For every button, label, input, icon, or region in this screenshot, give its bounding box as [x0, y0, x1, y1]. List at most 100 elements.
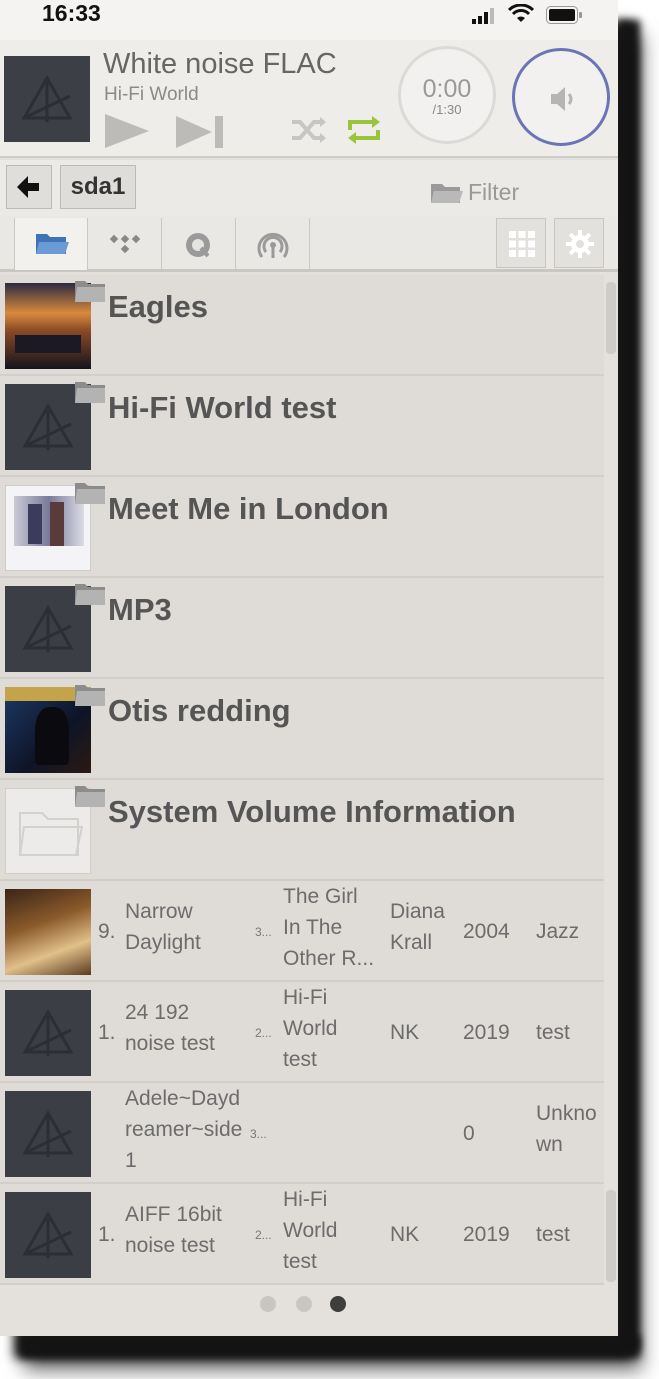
placeholder-art-icon [5, 990, 91, 1076]
track-year: 0 [463, 1118, 475, 1149]
elapsed-time: 0:00 [401, 75, 493, 104]
track-row[interactable]: Adele~Daydreamer~side1 3... 0 Unknown [0, 1083, 604, 1184]
folder-row[interactable]: MP3 [0, 578, 604, 679]
track-disc: 3... [255, 917, 272, 948]
folder-row[interactable]: System Volume Information [0, 780, 604, 881]
tab-folders[interactable] [14, 218, 88, 270]
track-genre: Unknown [536, 1098, 597, 1160]
battery-icon [546, 6, 582, 24]
app-screen: 16:33 White noise FLAC Hi-Fi World [0, 0, 618, 1336]
page-dot[interactable] [296, 1296, 312, 1312]
track-row[interactable]: 1. AIFF 16bitnoise test 2... Hi-FiWorldt… [0, 1184, 604, 1285]
track-disc: 2... [255, 1220, 272, 1251]
tidal-icon [107, 230, 143, 258]
scrollbar-thumb[interactable] [606, 1190, 616, 1282]
folder-name: System Volume Information [108, 794, 516, 830]
track-disc: 2... [255, 1018, 272, 1049]
track-album: Hi-FiWorldtest [283, 1184, 337, 1277]
folder-icon [74, 380, 106, 404]
back-button[interactable] [6, 165, 52, 209]
folder-icon [74, 683, 106, 707]
track-number: 9. [98, 916, 116, 947]
track-title: White noise FLAC [103, 48, 337, 81]
volume-button[interactable] [512, 48, 610, 146]
track-title: 24 192noise test [125, 997, 215, 1059]
wifi-icon [508, 4, 534, 24]
placeholder-art-icon [5, 1192, 91, 1278]
folder-open-icon [430, 181, 464, 205]
breadcrumb: sda1 Filter [0, 160, 618, 216]
grid-icon [508, 230, 536, 258]
folder-icon [74, 279, 106, 303]
folder-row[interactable]: Meet Me in London [0, 477, 604, 578]
track-title: NarrowDaylight [125, 896, 201, 958]
placeholder-art-icon [4, 56, 90, 142]
track-number: 1. [98, 1017, 116, 1048]
track-year: 2004 [463, 916, 510, 947]
track-title: AIFF 16bitnoise test [125, 1199, 222, 1261]
placeholder-art [5, 1192, 91, 1278]
path-button[interactable]: sda1 [60, 165, 136, 209]
tab-qobuz[interactable] [162, 218, 236, 270]
track-artist: Hi-Fi World [104, 84, 199, 106]
tab-tidal[interactable] [88, 218, 162, 270]
repeat-icon[interactable] [346, 114, 382, 146]
track-artist: NK [390, 1219, 419, 1250]
placeholder-art [5, 1091, 91, 1177]
now-playing-bar: White noise FLAC Hi-Fi World 0:00 /1:30 [0, 40, 618, 158]
track-year: 2019 [463, 1219, 510, 1250]
track-genre: test [536, 1017, 570, 1048]
page-dot-active[interactable] [330, 1296, 346, 1312]
track-duration: /1:30 [401, 102, 493, 117]
filter-label: Filter [468, 179, 519, 206]
folder-row[interactable]: Hi-Fi World test [0, 376, 604, 477]
scrollbar[interactable] [606, 282, 616, 354]
folder-row[interactable]: Otis redding [0, 679, 604, 780]
track-year: 2019 [463, 1017, 510, 1048]
browse-list: Eagles Hi-Fi World test Meet Me in Londo… [0, 275, 604, 1285]
source-tabs [0, 216, 618, 272]
folder-row[interactable]: Eagles [0, 275, 604, 376]
track-disc: 3... [250, 1119, 267, 1150]
skip-next-icon[interactable] [174, 114, 226, 150]
status-bar: 16:33 [0, 0, 618, 40]
track-row[interactable]: 9. NarrowDaylight 3... The GirlIn TheOth… [0, 881, 604, 982]
album-art [5, 889, 91, 975]
radio-icon [255, 230, 291, 262]
folder-icon [34, 230, 70, 258]
grid-view-button[interactable] [496, 218, 546, 268]
qobuz-icon [181, 230, 217, 262]
placeholder-art [5, 990, 91, 1076]
folder-name: MP3 [108, 592, 172, 628]
track-genre: Jazz [536, 916, 579, 947]
folder-name: Eagles [108, 289, 208, 325]
track-album: The GirlIn TheOther R... [283, 881, 374, 974]
cellular-signal-icon [472, 8, 496, 24]
track-number: 1. [98, 1219, 116, 1250]
folder-name: Hi-Fi World test [108, 390, 336, 426]
folder-icon [74, 784, 106, 808]
tab-radio[interactable] [236, 218, 310, 270]
placeholder-art-icon [5, 1091, 91, 1177]
track-artist: DianaKrall [390, 896, 445, 958]
track-row[interactable]: 1. 24 192noise test 2... Hi-FiWorldtest … [0, 982, 604, 1083]
track-genre: test [536, 1219, 570, 1250]
folder-name: Meet Me in London [108, 491, 389, 527]
folder-icon [74, 481, 106, 505]
shuffle-icon[interactable] [290, 116, 326, 144]
folder-name: Otis redding [108, 693, 291, 729]
folder-icon [74, 582, 106, 606]
playback-timer[interactable]: 0:00 /1:30 [398, 46, 496, 144]
arrow-left-icon [17, 176, 41, 198]
status-time: 16:33 [42, 0, 101, 27]
track-album: Hi-FiWorldtest [283, 982, 337, 1075]
page-indicator [258, 1296, 358, 1314]
page-dot[interactable] [260, 1296, 276, 1312]
settings-button[interactable] [554, 218, 604, 268]
now-playing-cover[interactable] [4, 56, 90, 142]
play-icon[interactable] [103, 112, 151, 150]
gear-icon [566, 230, 594, 258]
track-artist: NK [390, 1017, 419, 1048]
volume-icon [549, 85, 579, 113]
track-title: Adele~Daydreamer~side1 [125, 1083, 242, 1176]
